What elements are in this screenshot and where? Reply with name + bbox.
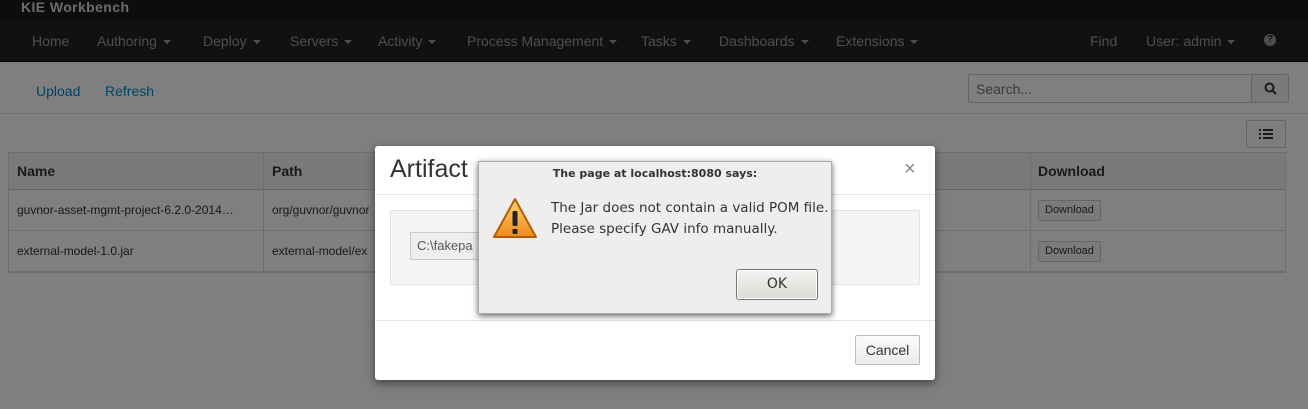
- modal-footer-divider: [375, 320, 935, 321]
- close-icon[interactable]: ×: [904, 158, 916, 181]
- warning-icon: [493, 198, 537, 238]
- ok-button[interactable]: OK: [736, 269, 818, 300]
- alert-message-line: The Jar does not contain a valid POM fil…: [551, 200, 829, 216]
- browser-alert-dialog: The page at localhost:8080 says: The Jar…: [478, 161, 832, 314]
- cancel-button[interactable]: Cancel: [855, 335, 920, 365]
- alert-title: The page at localhost:8080 says:: [552, 167, 758, 180]
- alert-message: The Jar does not contain a valid POM fil…: [551, 198, 829, 240]
- modal-title: Artifact: [390, 155, 468, 183]
- alert-message-line: Please specify GAV info manually.: [551, 221, 778, 237]
